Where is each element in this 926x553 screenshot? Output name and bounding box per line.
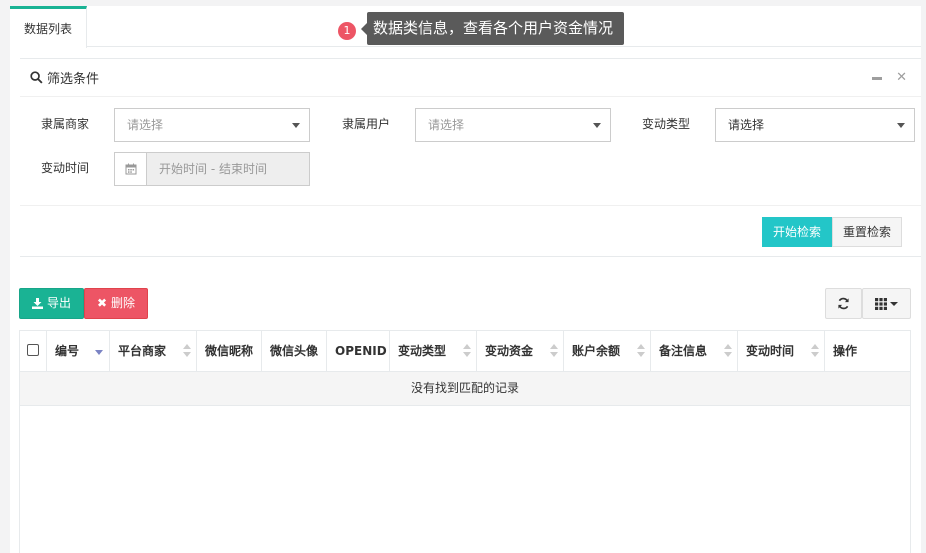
export-label: 导出 [46, 296, 71, 310]
panel-tools: ✕ [872, 70, 907, 85]
tab-data-list[interactable]: 数据列表 [10, 6, 87, 48]
guide-tooltip: 1 数据类信息，查看各个用户资金情况 [338, 12, 625, 45]
column-header[interactable]: 账户余额 [564, 331, 651, 371]
column-header-label: 变动类型 [398, 344, 447, 358]
filter-title: 筛选条件 [30, 68, 99, 87]
tab-bar: 数据列表 1 数据类信息，查看各个用户资金情况 [10, 6, 921, 48]
column-header[interactable]: 变动类型 [390, 331, 477, 371]
delete-button[interactable]: ✖ 删除 [84, 288, 148, 319]
refresh-icon [838, 297, 849, 310]
refresh-button[interactable] [825, 288, 862, 319]
sort-icon [550, 344, 558, 358]
user-label: 隶属用户 [342, 117, 391, 131]
sort-icon [183, 344, 191, 358]
merchant-select-value: 请选择 [127, 118, 164, 132]
column-header: 微信昵称 [197, 331, 262, 371]
user-select-value: 请选择 [428, 118, 465, 132]
filter-title-label: 筛选条件 [47, 72, 100, 87]
sort-icon [637, 344, 645, 358]
column-header[interactable]: 变动时间 [738, 331, 825, 371]
change-time-label: 变动时间 [41, 161, 90, 175]
column-header-label: 变动时间 [746, 344, 795, 358]
chevron-down-icon [593, 123, 601, 128]
main-panel: 数据列表 1 数据类信息，查看各个用户资金情况 筛选条件 ✕ 隶属商家 请选择 … [10, 6, 921, 553]
column-header-label: 变动资金 [485, 344, 534, 358]
chevron-down-icon [897, 123, 905, 128]
sort-icon [724, 344, 732, 358]
filter-header: 筛选条件 ✕ [20, 59, 921, 97]
change-type-select-value: 请选择 [728, 118, 765, 132]
date-range-input[interactable]: 开始时间 - 结束时间 [114, 152, 310, 186]
column-header[interactable]: 变动资金 [477, 331, 564, 371]
user-select[interactable]: 请选择 [415, 108, 611, 142]
divider [20, 205, 921, 206]
chevron-down-icon [890, 301, 898, 306]
data-table: 编号 平台商家 微信昵称 微信头像 OPENID 变动类型 变动资金 账户余额 … [19, 330, 911, 553]
close-icon[interactable]: ✕ [896, 70, 907, 85]
sort-desc-icon [95, 350, 103, 355]
column-header-label: 微信头像 [270, 344, 319, 358]
download-icon [31, 298, 43, 309]
search-icon [30, 71, 43, 84]
column-header: 操作 [825, 331, 910, 371]
search-button[interactable]: 开始检索 [762, 217, 832, 247]
step-badge: 1 [338, 21, 356, 40]
sort-icon [811, 344, 819, 358]
calendar-icon [115, 153, 147, 185]
column-header[interactable]: 平台商家 [110, 331, 197, 371]
close-icon: ✖ [96, 296, 108, 310]
reset-button[interactable]: 重置检索 [832, 217, 902, 247]
merchant-select[interactable]: 请选择 [114, 108, 310, 142]
column-header[interactable]: 备注信息 [651, 331, 738, 371]
change-type-label: 变动类型 [642, 117, 691, 131]
columns-toggle-button[interactable] [862, 288, 911, 319]
table-header: 编号 平台商家 微信昵称 微信头像 OPENID 变动类型 变动资金 账户余额 … [20, 331, 910, 372]
column-header-label: 编号 [55, 344, 80, 358]
column-header-label: 账户余额 [572, 344, 621, 358]
column-header[interactable]: 编号 [47, 331, 110, 371]
chevron-down-icon [292, 123, 300, 128]
delete-label: 删除 [111, 296, 136, 310]
column-header-label: 备注信息 [659, 344, 708, 358]
filter-panel: 筛选条件 ✕ 隶属商家 请选择 隶属用户 请选择 变动类型 请选择 变动时间 开… [20, 58, 921, 257]
grid-icon [875, 297, 887, 310]
divider [20, 256, 921, 257]
column-header-label: 微信昵称 [205, 344, 254, 358]
date-range-placeholder: 开始时间 - 结束时间 [159, 162, 267, 176]
change-type-select[interactable]: 请选择 [715, 108, 915, 142]
export-button[interactable]: 导出 [19, 288, 84, 319]
column-header-label: OPENID [335, 344, 387, 358]
tooltip-text: 数据类信息，查看各个用户资金情况 [360, 12, 625, 45]
select-all-checkbox[interactable] [27, 344, 39, 356]
column-header-label: 平台商家 [118, 344, 167, 358]
merchant-label: 隶属商家 [41, 117, 90, 131]
column-header: OPENID [327, 331, 390, 371]
select-all-column [20, 331, 47, 371]
column-header: 微信头像 [262, 331, 327, 371]
collapse-icon[interactable] [872, 77, 883, 80]
sort-icon [463, 344, 471, 358]
empty-message: 没有找到匹配的记录 [20, 372, 910, 406]
column-header-label: 操作 [833, 344, 858, 358]
